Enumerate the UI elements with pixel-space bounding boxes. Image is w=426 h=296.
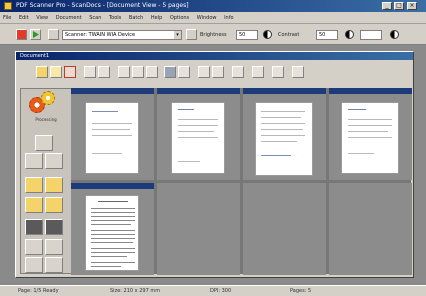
menu-window[interactable]: Window (194, 12, 220, 21)
status-bar: Page: 1/5 Ready Size: 210 x 297 mm DPI: … (0, 285, 426, 296)
menu-batch[interactable]: Batch (126, 12, 146, 21)
page-thumbnail-3[interactable] (243, 88, 326, 180)
note-icon[interactable] (45, 177, 63, 193)
open-folder-icon[interactable] (36, 66, 48, 78)
print-icon[interactable] (164, 66, 176, 78)
gamma-field[interactable] (360, 30, 382, 40)
stop-icon[interactable] (16, 29, 27, 40)
first-page-icon[interactable] (25, 219, 43, 235)
close-button[interactable]: × (407, 2, 417, 10)
menu-edit[interactable]: Edit (16, 12, 32, 21)
minimize-button[interactable]: _ (382, 2, 392, 10)
copy-icon[interactable] (84, 66, 96, 78)
page-preview (341, 102, 399, 174)
workspace: Document1 Processing (0, 45, 426, 285)
select-icon[interactable] (25, 153, 43, 169)
zoom-icon[interactable] (178, 66, 190, 78)
thumbnail-icon[interactable] (292, 66, 304, 78)
contrast-label: Contrast (278, 32, 300, 38)
status-pages: Pages: 5 (290, 288, 312, 294)
rotate-left-icon[interactable] (198, 66, 210, 78)
rotate-right-icon[interactable] (212, 66, 224, 78)
resize-icon[interactable] (252, 66, 264, 78)
document-toolbar (36, 66, 386, 80)
left-tool-panel: Processing (20, 88, 72, 274)
thumbnail-header (71, 183, 154, 189)
align-right-icon[interactable] (146, 66, 158, 78)
brightness-field[interactable]: 50 (236, 30, 258, 40)
chevron-down-icon: ▾ (174, 31, 181, 39)
brightness-value: 50 (239, 32, 246, 38)
fit-height-icon[interactable] (45, 257, 63, 273)
page-thumbnail-1[interactable] (71, 88, 154, 180)
menu-bar: File Edit View Document Scan Tools Batch… (0, 12, 426, 24)
scanner-select[interactable]: Scanner: TWAIN WIA Device ▾ (62, 30, 182, 40)
page-preview (85, 102, 139, 174)
menu-file[interactable]: File (0, 12, 14, 21)
contrast-icon[interactable] (263, 30, 272, 39)
menu-info[interactable]: Info (221, 12, 236, 21)
app-icon (4, 2, 12, 10)
gears-label: Processing (35, 117, 57, 122)
page-preview (171, 102, 225, 174)
page-grid (71, 88, 412, 275)
empty-slot (243, 183, 326, 275)
align-left-icon[interactable] (118, 66, 130, 78)
empty-slot (329, 183, 412, 275)
contrast-icon-2[interactable] (345, 30, 354, 39)
menu-tools[interactable]: Tools (106, 12, 124, 21)
thumbnail-header (243, 88, 326, 94)
gears-icon[interactable] (29, 91, 59, 117)
document-title: Document1 (16, 52, 413, 60)
marker-icon[interactable] (25, 197, 43, 213)
title-bar: PDF Scanner Pro - ScanDocs - [Document V… (0, 0, 426, 12)
gamma-icon[interactable] (390, 30, 399, 39)
highlight-icon[interactable] (25, 177, 43, 193)
window-title: PDF Scanner Pro - ScanDocs - [Document V… (16, 2, 189, 9)
crop-icon[interactable] (232, 66, 244, 78)
thumbnail-header (71, 88, 154, 94)
menu-scan[interactable]: Scan (86, 12, 104, 21)
paste-icon[interactable] (98, 66, 110, 78)
pan-icon[interactable] (45, 153, 63, 169)
page-thumbnail-2[interactable] (157, 88, 240, 180)
thumbnail-header (157, 88, 240, 94)
page-thumbnail-4[interactable] (329, 88, 412, 180)
settings-icon[interactable] (186, 29, 197, 40)
menu-document[interactable]: Document (53, 12, 85, 21)
next-page-icon[interactable] (45, 239, 63, 255)
status-page: Page: 1/5 Ready (18, 288, 59, 294)
contrast-field[interactable]: 50 (316, 30, 338, 40)
delete-page-icon[interactable] (64, 66, 76, 78)
new-page-icon[interactable] (50, 66, 62, 78)
play-icon[interactable] (30, 29, 41, 40)
page-thumbnail-5[interactable] (71, 183, 154, 275)
status-size: Size: 210 x 297 mm (110, 288, 161, 294)
stamp-icon[interactable] (45, 197, 63, 213)
fit-width-icon[interactable] (25, 257, 43, 273)
page-icon[interactable] (35, 135, 53, 151)
brightness-label: Brightness (200, 32, 227, 38)
main-toolbar: Scanner: TWAIN WIA Device ▾ Brightness 5… (0, 25, 426, 45)
last-page-icon[interactable] (45, 219, 63, 235)
thumbnail-header (329, 88, 412, 94)
document-window: Document1 Processing (15, 51, 414, 278)
prev-page-icon[interactable] (25, 239, 43, 255)
align-center-icon[interactable] (132, 66, 144, 78)
empty-slot (157, 183, 240, 275)
scan-icon[interactable] (48, 29, 59, 40)
page-preview (85, 195, 139, 271)
page-preview (255, 102, 313, 176)
scanner-select-value: Scanner: TWAIN WIA Device (65, 32, 136, 38)
menu-help[interactable]: Help (148, 12, 165, 21)
menu-view[interactable]: View (33, 12, 51, 21)
fit-page-icon[interactable] (272, 66, 284, 78)
menu-options[interactable]: Options (167, 12, 192, 21)
status-dpi: DPI: 300 (210, 288, 232, 294)
contrast-value: 50 (319, 32, 326, 38)
maximize-button[interactable]: □ (394, 2, 404, 10)
